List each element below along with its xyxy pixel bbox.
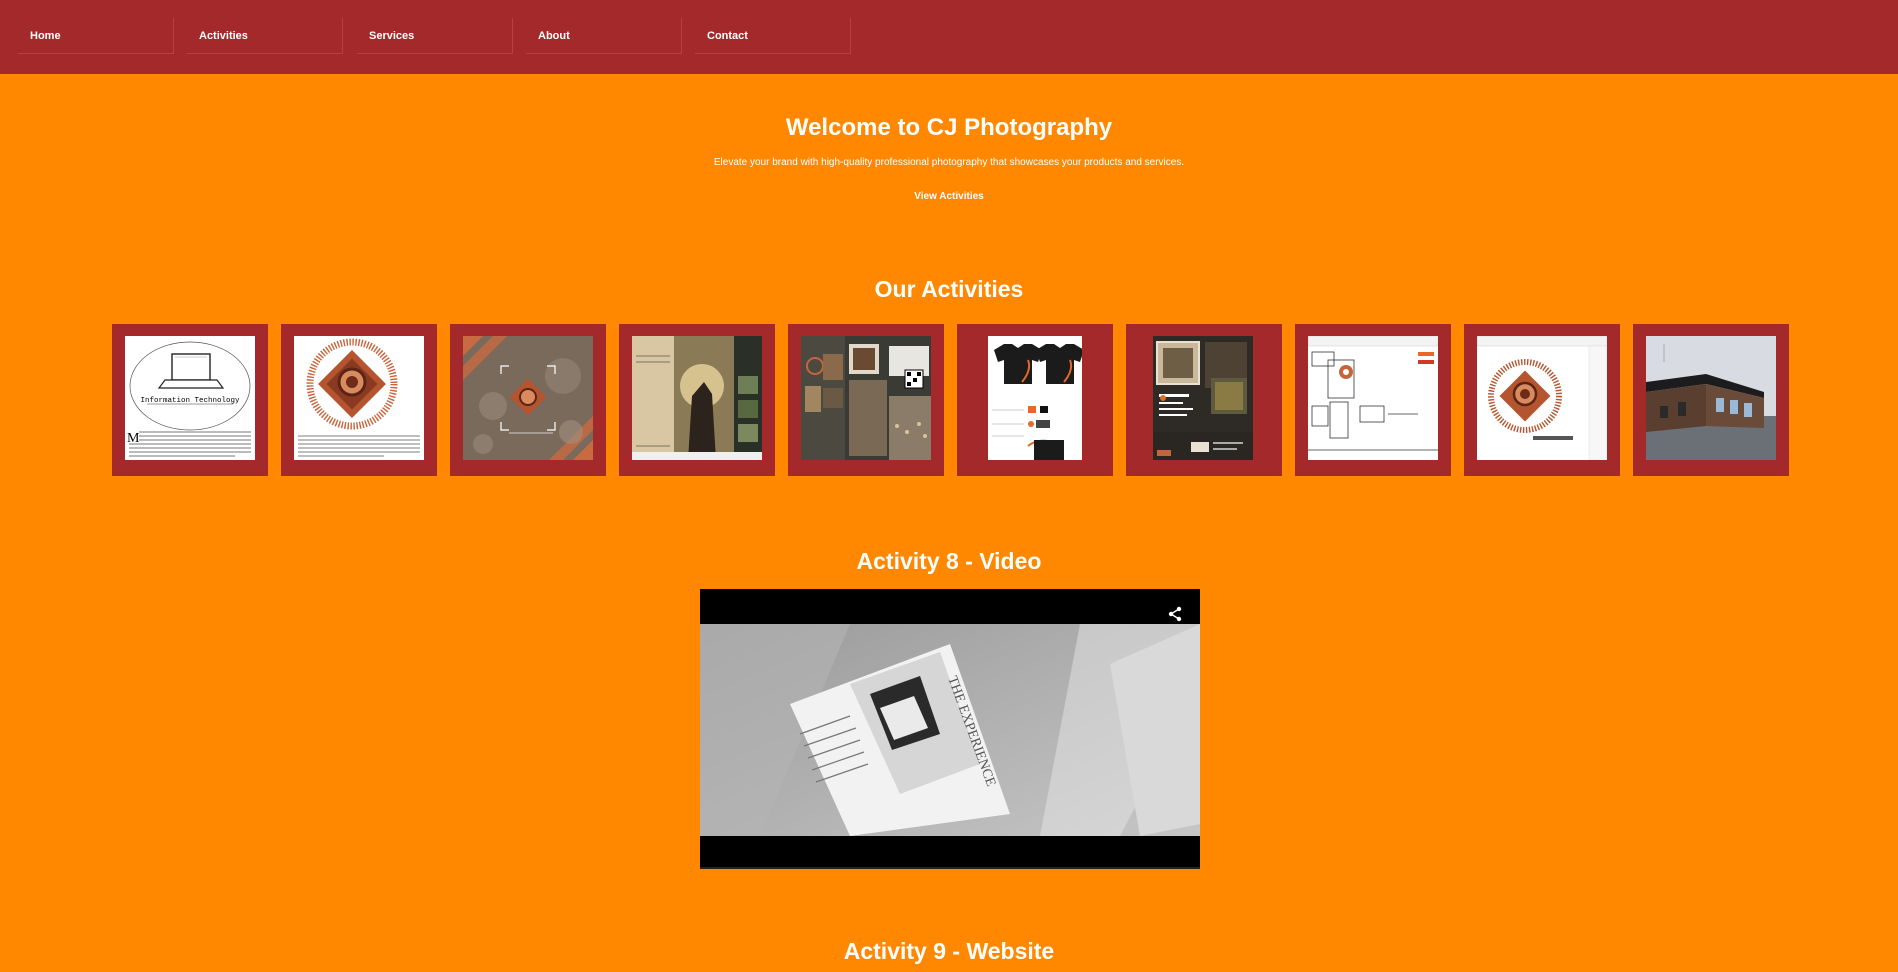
photo-collage-brochure-icon <box>801 336 931 460</box>
hero-cta-wrapper: View Activities <box>0 191 1898 202</box>
activity-card-3[interactable] <box>450 324 606 476</box>
activities-heading: Our Activities <box>874 276 1024 302</box>
nav-services-link[interactable]: Services <box>357 18 513 54</box>
activity-card-7[interactable] <box>1126 324 1282 476</box>
activity-card-4[interactable] <box>619 324 775 476</box>
information-technology-cover-icon: Information Technology M <box>125 336 255 460</box>
activity-card-9[interactable] <box>1464 324 1620 476</box>
video-progress-bar[interactable] <box>700 867 1200 869</box>
shirt-design-icon <box>988 336 1082 460</box>
website-section-heading: Activity 9 - Website <box>843 938 1055 964</box>
activities-gallery: Information Technology M <box>112 324 1789 476</box>
hero-title: Welcome to CJ Photography <box>785 114 1113 141</box>
view-activities-button[interactable]: View Activities <box>914 191 983 202</box>
share-icon[interactable] <box>1166 605 1184 623</box>
video-section-heading: Activity 8 - Video <box>856 548 1042 574</box>
hero-subtitle: Elevate your brand with high-quality pro… <box>713 157 1185 168</box>
couple-photo-brochure-icon <box>632 336 762 460</box>
activity-card-10[interactable] <box>1633 324 1789 476</box>
video-player[interactable]: THE EXPERIENCE <box>700 589 1200 869</box>
activity-card-1[interactable]: Information Technology M <box>112 324 268 476</box>
logo-bokeh-poster-icon <box>463 336 593 460</box>
activity-card-8[interactable] <box>1295 324 1451 476</box>
top-navbar: Home Activities Services About Contact <box>0 0 1898 74</box>
software-screenshot-icon <box>1308 336 1438 460</box>
logo-document-icon <box>294 336 424 460</box>
activity-card-6[interactable] <box>957 324 1113 476</box>
logo-software-screenshot-icon <box>1477 336 1607 460</box>
nav-activities-link[interactable]: Activities <box>187 18 343 54</box>
activity-card-5[interactable] <box>788 324 944 476</box>
nav-about-link[interactable]: About <box>526 18 682 54</box>
activity-card-2[interactable] <box>281 324 437 476</box>
nav-home-link[interactable]: Home <box>18 18 174 54</box>
nav-contact-link[interactable]: Contact <box>695 18 851 54</box>
photo-flyer-icon <box>1153 336 1253 460</box>
3d-building-render-icon <box>1646 336 1776 460</box>
video-frame-image: THE EXPERIENCE <box>700 624 1200 836</box>
